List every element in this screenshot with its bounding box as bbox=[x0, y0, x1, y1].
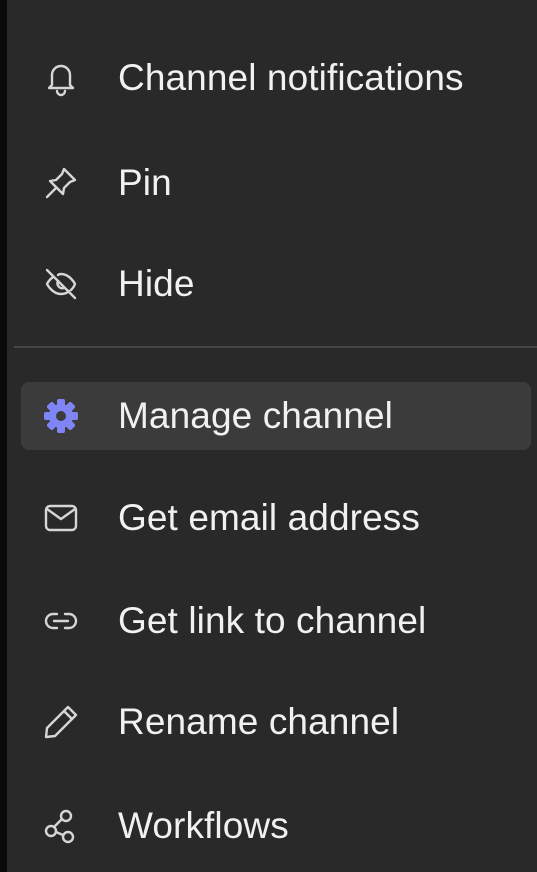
pencil-icon bbox=[41, 702, 81, 742]
menu-item-rename-channel[interactable]: Rename channel bbox=[21, 688, 531, 756]
menu-item-label: Manage channel bbox=[118, 395, 393, 436]
menu-item-label: Rename channel bbox=[118, 701, 400, 742]
menu-item-get-link-to-channel[interactable]: Get link to channel bbox=[21, 587, 531, 655]
menu-item-manage-channel[interactable]: Manage channel bbox=[21, 382, 531, 450]
bell-icon bbox=[41, 58, 81, 98]
gear-icon bbox=[41, 396, 81, 436]
menu-item-get-email-address[interactable]: Get email address bbox=[21, 484, 531, 552]
menu-item-workflows[interactable]: Workflows bbox=[21, 792, 531, 860]
menu-divider bbox=[14, 346, 537, 348]
menu-item-label: Get email address bbox=[118, 497, 420, 538]
menu-item-pin[interactable]: Pin bbox=[21, 149, 531, 217]
eye-off-icon bbox=[41, 264, 81, 304]
link-icon bbox=[41, 601, 81, 641]
workflows-icon bbox=[41, 806, 81, 846]
menu-item-label: Pin bbox=[118, 162, 172, 203]
menu-item-label: Channel notifications bbox=[118, 57, 464, 98]
menu-item-channel-notifications[interactable]: Channel notifications bbox=[21, 44, 531, 112]
pin-icon bbox=[41, 163, 81, 203]
menu-item-hide[interactable]: Hide bbox=[21, 250, 531, 318]
channel-context-menu: Channel notifications Pin Hide Manage ch… bbox=[0, 0, 537, 872]
menu-item-label: Workflows bbox=[118, 805, 289, 846]
menu-item-label: Get link to channel bbox=[118, 600, 427, 641]
menu-item-label: Hide bbox=[118, 263, 195, 304]
mail-icon bbox=[41, 498, 81, 538]
